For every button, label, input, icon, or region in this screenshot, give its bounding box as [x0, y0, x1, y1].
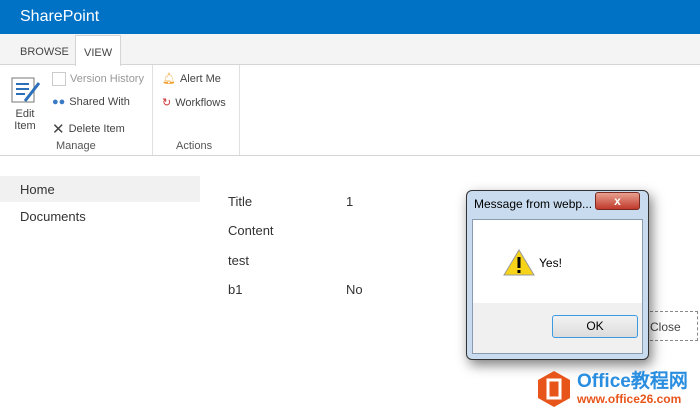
field-value: No	[346, 282, 363, 297]
dialog-footer: OK	[473, 303, 642, 353]
shared-with-button[interactable]: ●● Shared With	[52, 96, 130, 108]
version-history-button[interactable]: Version History	[52, 72, 144, 86]
field-label: Title	[228, 194, 253, 209]
workflows-label: Workflows	[175, 96, 226, 109]
ribbon-divider	[239, 65, 240, 155]
shared-with-label: Shared With	[69, 96, 130, 108]
shared-with-icon: ●●	[52, 96, 66, 108]
field-label: test	[228, 253, 249, 268]
warning-icon	[503, 249, 535, 276]
workflows-button[interactable]: ↻ Workflows	[162, 96, 226, 110]
dialog-message: Yes!	[539, 256, 562, 270]
alert-me-button[interactable]: 🔔︎ Alert Me	[162, 72, 221, 86]
field-value: 1	[346, 194, 354, 209]
suite-bar: SharePoint	[0, 0, 700, 34]
edit-icon	[11, 77, 41, 103]
workflow-icon: ↻	[162, 97, 172, 109]
manage-group-label: Manage	[56, 140, 96, 152]
app-title[interactable]: SharePoint	[20, 8, 99, 25]
dialog-title: Message from webp...	[474, 197, 593, 211]
ok-button[interactable]: OK	[552, 315, 638, 338]
dialog-body: Yes! OK	[472, 219, 643, 354]
version-history-label: Version History	[70, 73, 144, 85]
delete-item-button[interactable]: ✕ Delete Item	[52, 120, 125, 138]
tab-browse[interactable]: BROWSE	[12, 40, 77, 65]
tab-view[interactable]: VIEW	[75, 35, 122, 66]
alert-me-label: Alert Me	[179, 72, 221, 85]
edit-item-button[interactable]: Edit Item	[8, 75, 42, 132]
delete-item-label: Delete Item	[68, 123, 125, 135]
ribbon: Edit Item Version History ●● Shared With …	[0, 65, 700, 156]
alert-dialog: Message from webp... x Yes! OK	[466, 190, 649, 360]
bell-icon: 🔔︎	[162, 73, 176, 85]
ribbon-tabs: BROWSE VIEW	[0, 34, 700, 66]
nav-home[interactable]: Home	[0, 176, 200, 202]
nav-documents[interactable]: Documents	[0, 203, 200, 229]
actions-group-label: Actions	[176, 140, 213, 152]
version-history-icon	[52, 72, 66, 86]
office-logo-icon	[538, 371, 570, 407]
field-label: Content	[228, 223, 274, 238]
edit-item-label: Edit Item	[14, 108, 36, 132]
ribbon-divider	[152, 65, 153, 155]
dialog-close-button[interactable]: x	[595, 192, 640, 210]
field-label: b1	[228, 282, 243, 297]
watermark-logo: Office教程网 www.office26.com	[537, 370, 688, 408]
delete-icon: ✕	[52, 121, 65, 138]
